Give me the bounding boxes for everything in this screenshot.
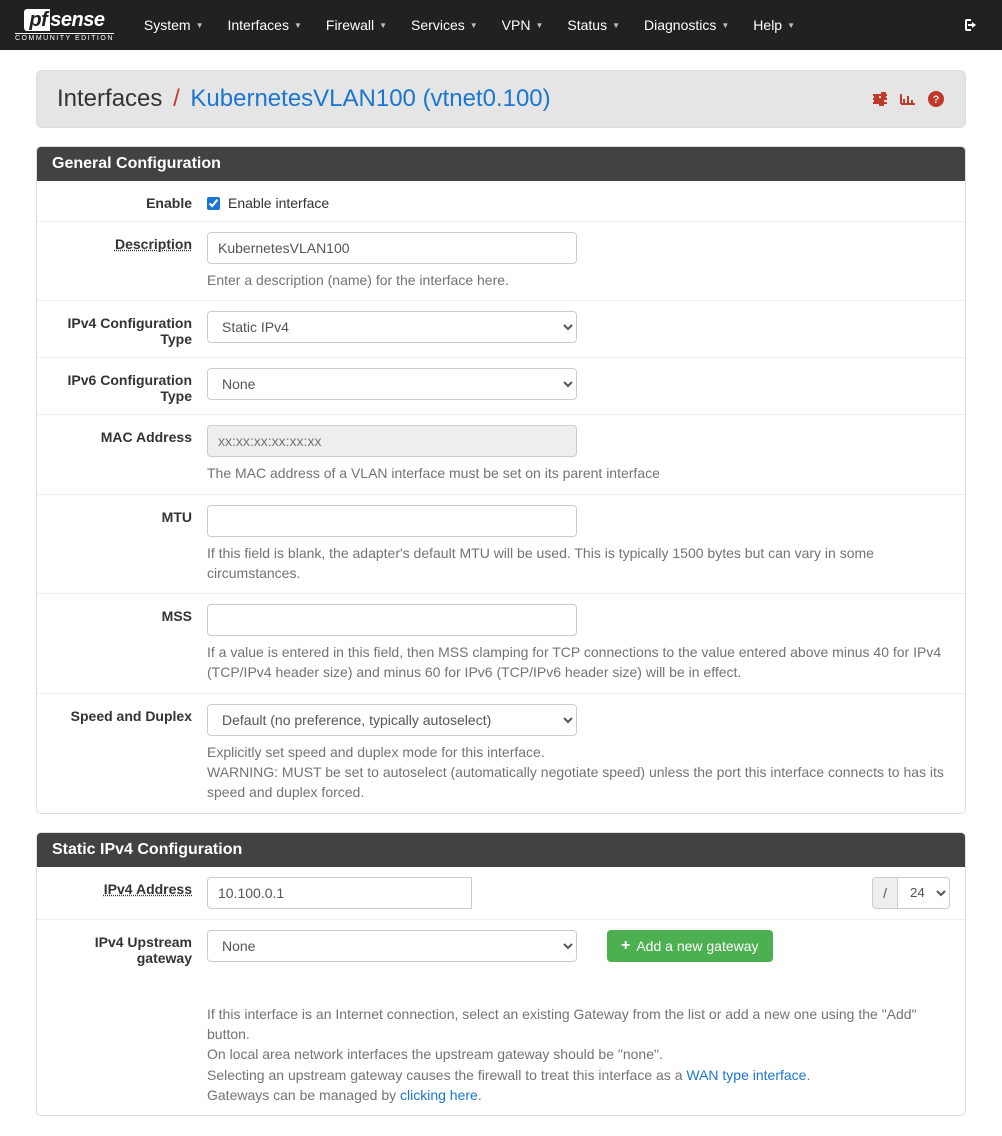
row-ipv4-gateway: IPv4 Upstream gateway None + Add a new g… [37,919,965,1115]
page-title: Interfaces / KubernetesVLAN100 (vtnet0.1… [57,85,551,113]
row-description: Description Enter a description (name) f… [37,221,965,300]
nav-services[interactable]: Services▼ [399,2,490,48]
add-gateway-button[interactable]: + Add a new gateway [607,930,773,962]
input-description[interactable] [207,232,577,264]
row-speed-duplex: Speed and Duplex Default (no preference,… [37,693,965,813]
caret-icon: ▼ [196,21,204,30]
nav-firewall[interactable]: Firewall▼ [314,2,399,48]
link-wan-type-interface[interactable]: WAN type interface [686,1067,806,1083]
caret-icon: ▼ [379,21,387,30]
caret-icon: ▼ [721,21,729,30]
row-mss: MSS If a value is entered in this field,… [37,593,965,693]
nav-help[interactable]: Help▼ [741,2,807,48]
nav-diagnostics[interactable]: Diagnostics▼ [632,2,741,48]
help-speed: Explicitly set speed and duplex mode for… [207,742,950,803]
link-manage-gateways[interactable]: clicking here [400,1087,478,1103]
label-ipv4-gateway: IPv4 Upstream gateway [52,930,207,1105]
checkbox-enable-label: Enable interface [228,195,329,211]
brand-logo[interactable]: pfsense COMMUNITY EDITION [15,9,114,42]
select-ipv4-subnet[interactable]: 24 [898,877,950,909]
input-mss[interactable] [207,604,577,636]
select-ipv4-config-type[interactable]: Static IPv4 [207,311,577,343]
help-mtu: If this field is blank, the adapter's de… [207,543,950,584]
monitor-icon[interactable] [899,90,917,108]
row-ipv4-config-type: IPv4 Configuration Type Static IPv4 [37,300,965,357]
panel-heading-static-ipv4: Static IPv4 Configuration [37,833,965,867]
caret-icon: ▼ [612,21,620,30]
help-description: Enter a description (name) for the inter… [207,270,950,290]
ipv4-slash: / [872,877,898,909]
nav-status[interactable]: Status▼ [555,2,632,48]
row-mac-address: MAC Address The MAC address of a VLAN in… [37,414,965,493]
label-ipv4-type: IPv4 Configuration Type [52,311,207,347]
plus-icon: + [621,938,630,954]
nav-vpn[interactable]: VPN▼ [490,2,556,48]
help-mac: The MAC address of a VLAN interface must… [207,463,950,483]
row-mtu: MTU If this field is blank, the adapter'… [37,494,965,594]
panel-heading-general: General Configuration [37,147,965,181]
panel-general-configuration: General Configuration Enable Enable inte… [36,146,966,814]
svg-text:?: ? [933,94,940,106]
brand-edition: COMMUNITY EDITION [15,33,114,42]
help-icon[interactable]: ? [927,90,945,108]
label-enable: Enable [52,191,207,211]
row-enable: Enable Enable interface [37,181,965,221]
caret-icon: ▼ [470,21,478,30]
settings-icon[interactable] [871,90,889,108]
select-speed-duplex[interactable]: Default (no preference, typically autose… [207,704,577,736]
select-ipv6-config-type[interactable]: None [207,368,577,400]
caret-icon: ▼ [535,21,543,30]
input-mac-address [207,425,577,457]
page-actions: ? [871,90,945,108]
brand-pf: pf [24,9,50,31]
caret-icon: ▼ [294,21,302,30]
checkbox-enable-interface[interactable] [207,197,220,210]
label-description: Description [52,232,207,290]
label-mtu: MTU [52,505,207,584]
row-ipv4-address: IPv4 Address / 24 [37,867,965,919]
label-mac: MAC Address [52,425,207,483]
page-header: Interfaces / KubernetesVLAN100 (vtnet0.1… [36,70,966,128]
label-ipv4-address: IPv4 Address [52,877,207,909]
caret-icon: ▼ [787,21,795,30]
input-mtu[interactable] [207,505,577,537]
brand-sense: sense [50,9,104,31]
navbar: pfsense COMMUNITY EDITION System▼ Interf… [0,0,1002,50]
help-mss: If a value is entered in this field, the… [207,642,950,683]
help-gateway: If this interface is an Internet connect… [207,1004,950,1105]
logout-icon[interactable] [951,17,987,33]
breadcrumb-page[interactable]: KubernetesVLAN100 (vtnet0.100) [190,85,550,112]
nav-interfaces[interactable]: Interfaces▼ [215,2,313,48]
breadcrumb-separator: / [173,85,180,112]
nav-system[interactable]: System▼ [132,2,216,48]
label-mss: MSS [52,604,207,683]
breadcrumb-section: Interfaces [57,85,162,112]
label-speed: Speed and Duplex [52,704,207,803]
label-ipv6-type: IPv6 Configuration Type [52,368,207,404]
panel-static-ipv4: Static IPv4 Configuration IPv4 Address /… [36,832,966,1116]
select-ipv4-gateway[interactable]: None [207,930,577,962]
nav-menu: System▼ Interfaces▼ Firewall▼ Services▼ … [132,2,951,48]
row-ipv6-config-type: IPv6 Configuration Type None [37,357,965,414]
input-ipv4-address[interactable] [207,877,472,909]
add-gateway-label: Add a new gateway [636,938,758,954]
